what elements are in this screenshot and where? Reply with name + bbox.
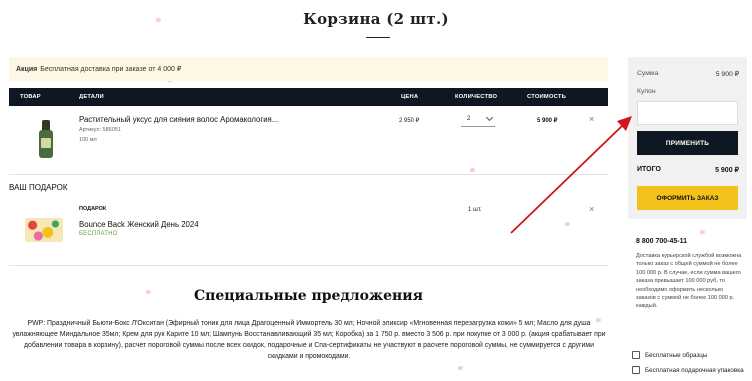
annotation-arrow — [510, 116, 632, 234]
arrow-line — [510, 125, 623, 234]
